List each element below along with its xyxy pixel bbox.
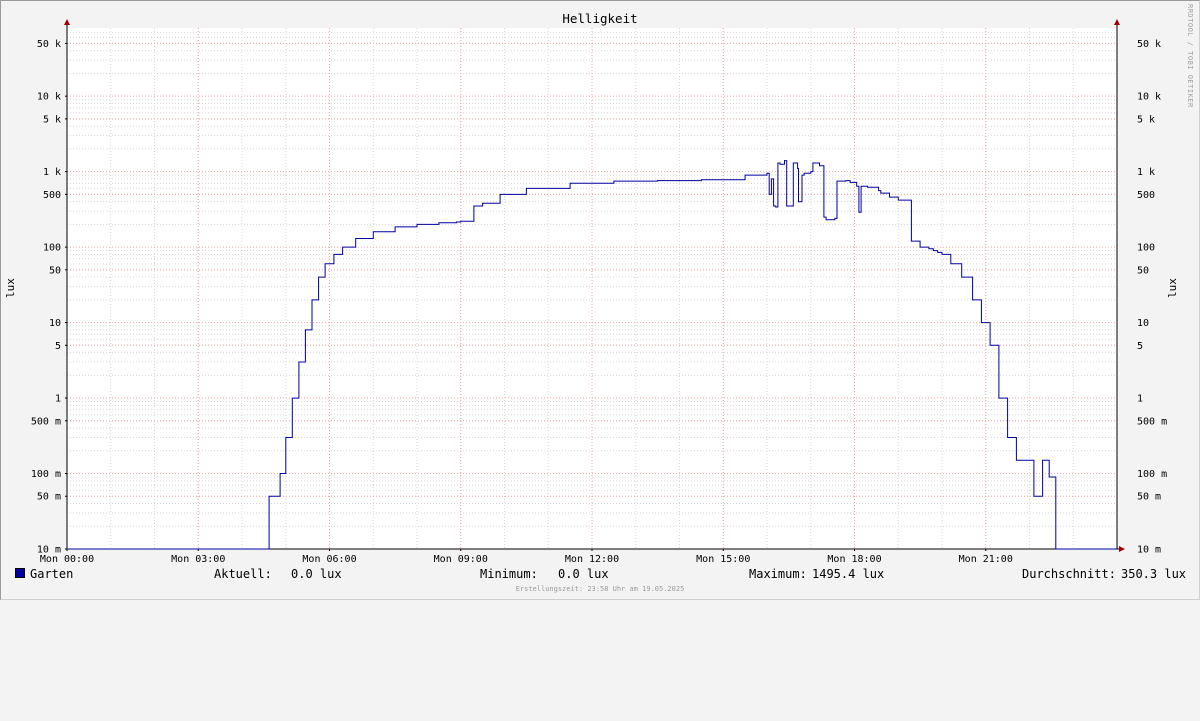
- y-tick-label: 100: [43, 243, 61, 254]
- x-tick-label: Mon 21:00: [959, 554, 1013, 565]
- y-tick-label-right: 10 k: [1137, 92, 1161, 103]
- y-tick-label: 50 k: [37, 39, 61, 50]
- x-tick-label: Mon 03:00: [171, 554, 225, 565]
- y-axis-arrow-right: [1114, 19, 1120, 25]
- y-tick-label: 500: [43, 190, 61, 201]
- y-tick-labels-right: 10 m 50 m 100 m 500 m 1 5 10 50 100 500 1 k 5 k 10 k…: [1137, 39, 1167, 556]
- legend-min-value: 0.0 lux: [558, 567, 609, 581]
- x-axis-arrow: [1119, 546, 1125, 552]
- rrdtool-watermark: RRDTOOL / TOBI OETIKER: [1186, 4, 1194, 108]
- y-tick-label: 500 m: [31, 416, 61, 427]
- x-tick-label: Mon 15:00: [696, 554, 750, 565]
- y-tick-label-right: 5: [1137, 341, 1143, 352]
- x-tick-label: Mon 09:00: [434, 554, 488, 565]
- y-tick-labels-left: 10 m50 m100 m500 m1510501005001 k5 k10 k…: [31, 39, 61, 556]
- y-tick-label-right: 1: [1137, 394, 1143, 405]
- legend-max-value: 1495.4 lux: [812, 567, 885, 581]
- y-axis-arrow-left: [64, 19, 70, 25]
- legend-avg-label: Durchschnitt:: [1022, 567, 1116, 581]
- legend: Garten Aktuell: 0.0 lux Minimum: 0.0 lux…: [0, 567, 1200, 585]
- y-tick-label: 100 m: [31, 469, 61, 480]
- x-tick-labels: Mon 00:00 Mon 03:00 Mon 06:00 Mon 09:00 Mon …: [40, 554, 1013, 565]
- brightness-chart: 10 m 50 m 100 m 500 m 1 5 10 50 100 500 1 k 5 k 10 k…: [4, 11, 1179, 565]
- legend-current-label: Aktuell:: [214, 567, 272, 581]
- legend-max-label: Maximum:: [749, 567, 807, 581]
- y-axis-label-right: lux: [1166, 278, 1179, 298]
- y-tick-label: 10 k: [37, 92, 61, 103]
- y-tick-label-right: 100: [1137, 243, 1155, 254]
- x-tick-label: Mon 18:00: [827, 554, 881, 565]
- legend-series-name: Garten: [30, 567, 74, 581]
- y-tick-label-right: 1 k: [1137, 167, 1155, 178]
- x-tick-label: Mon 12:00: [565, 554, 619, 565]
- y-tick-label-right: 100 m: [1137, 469, 1167, 480]
- y-tick-label: 5 k: [43, 114, 61, 125]
- y-tick-label-right: 10: [1137, 318, 1149, 329]
- x-tick-label: Mon 00:00: [40, 554, 94, 565]
- legend-current-value: 0.0 lux: [291, 567, 342, 581]
- y-tick-label: 50 m: [37, 492, 61, 503]
- y-tick-label-right: 5 k: [1137, 114, 1155, 125]
- y-tick-label-right: 50 k: [1137, 39, 1161, 50]
- x-tick-label: Mon 06:00: [302, 554, 356, 565]
- y-tick-label-right: 50: [1137, 265, 1149, 276]
- y-tick-label: 50: [49, 265, 61, 276]
- legend-avg-value: 350.3 lux: [1121, 567, 1187, 581]
- y-tick-label-right: 500: [1137, 190, 1155, 201]
- legend-min-label: Minimum:: [480, 567, 538, 581]
- y-axis-label-left: lux: [4, 278, 17, 298]
- y-tick-label-right: 500 m: [1137, 416, 1167, 427]
- legend-swatch-garten: [15, 568, 25, 578]
- y-tick-label-right: 50 m: [1137, 492, 1161, 503]
- y-tick-label: 5: [55, 341, 61, 352]
- y-tick-label-right: 10 m: [1137, 545, 1161, 556]
- y-tick-label: 1 k: [43, 167, 61, 178]
- creation-time-footer: Erstellungszeit: 23:58 Uhr am 19.05.2025: [515, 585, 685, 593]
- y-tick-label: 10: [49, 318, 61, 329]
- chart-title: Helligkeit: [562, 11, 637, 26]
- y-tick-label: 1: [55, 394, 61, 405]
